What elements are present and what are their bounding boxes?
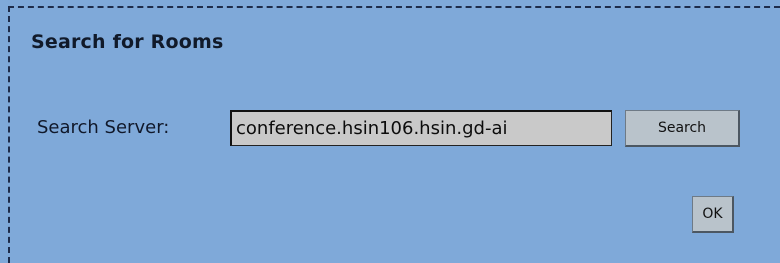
dialog-top-border <box>8 6 780 8</box>
ok-button[interactable]: OK <box>692 196 734 233</box>
search-server-label: Search Server: <box>37 117 170 138</box>
search-button[interactable]: Search <box>625 110 740 147</box>
search-server-input[interactable] <box>230 110 612 146</box>
search-rooms-dialog: Search for Rooms Search Server: Search O… <box>0 0 780 263</box>
dialog-title: Search for Rooms <box>31 31 224 53</box>
dialog-left-border <box>8 6 10 263</box>
